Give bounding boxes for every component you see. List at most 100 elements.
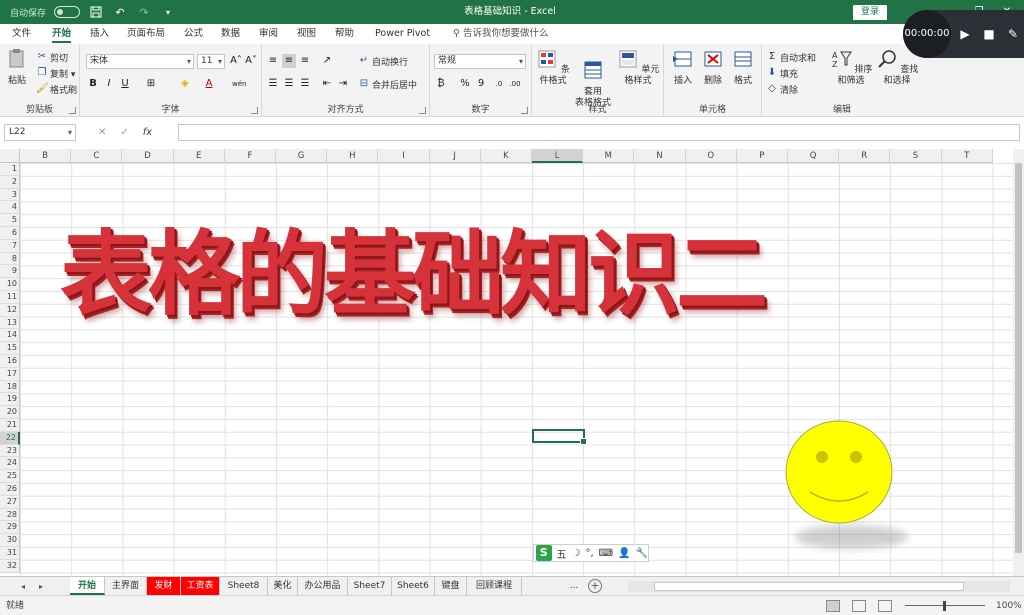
row-header[interactable]: 11 <box>0 291 20 304</box>
align-right-icon[interactable]: ☰ <box>298 77 312 91</box>
sheet-tab[interactable]: Sheet6 <box>392 577 435 595</box>
column-header[interactable]: H <box>327 149 379 163</box>
font-name-select[interactable]: 宋体 <box>86 54 194 69</box>
font-launcher[interactable] <box>251 107 258 114</box>
cell-styles-button[interactable]: 单元格样式 <box>614 48 662 87</box>
insert-cells-button[interactable]: 插入 <box>668 48 698 87</box>
percent-button[interactable]: % <box>458 77 472 91</box>
row-header[interactable]: 12 <box>0 303 20 317</box>
sheet-tab[interactable]: 开始 <box>70 577 105 595</box>
column-header[interactable]: G <box>276 149 328 163</box>
conditional-format-button[interactable]: 条件格式 <box>534 48 572 87</box>
number-launcher[interactable] <box>521 107 528 114</box>
column-header[interactable]: D <box>122 149 174 163</box>
tab-help[interactable]: 帮助 <box>335 24 354 44</box>
row-header[interactable]: 6 <box>0 227 20 240</box>
save-icon[interactable] <box>88 4 104 20</box>
tab-formulas[interactable]: 公式 <box>184 24 203 44</box>
grow-font-button[interactable]: A˄ <box>229 54 243 68</box>
row-header[interactable]: 23 <box>0 444 20 458</box>
sheet-tab[interactable]: 回顾课程 <box>467 577 522 595</box>
column-header[interactable]: C <box>71 149 123 163</box>
cut-button[interactable]: ✂ 剪切 <box>36 50 68 64</box>
column-header[interactable]: P <box>736 149 788 163</box>
align-center-icon[interactable]: ☰ <box>282 77 296 91</box>
delete-cells-button[interactable]: 删除 <box>698 48 728 87</box>
align-bottom-icon[interactable]: ≡ <box>298 54 312 68</box>
column-header[interactable]: O <box>685 149 737 163</box>
align-left-icon[interactable]: ☰ <box>266 77 280 91</box>
fill-button[interactable]: ⬇ 填充 <box>766 66 798 80</box>
punctuation-icon[interactable]: °, <box>585 548 593 559</box>
row-header[interactable]: 15 <box>0 342 20 355</box>
borders-icon[interactable]: ⊞ <box>144 77 158 91</box>
paste-button[interactable]: 粘贴 <box>4 48 30 87</box>
clipboard-launcher[interactable] <box>69 107 76 114</box>
sheet-tab[interactable]: 主界面 <box>105 577 147 595</box>
ime-toolbar[interactable]: S 五 ☽ °, ⌨ 👤 🔧 <box>533 544 649 562</box>
clear-button[interactable]: ◇ 清除 <box>766 82 798 96</box>
tab-power-pivot[interactable]: Power Pivot <box>375 24 430 44</box>
formula-input[interactable] <box>178 124 1020 141</box>
row-header[interactable]: 27 <box>0 495 20 509</box>
row-header[interactable]: 1 <box>0 163 20 176</box>
sheet-tab[interactable]: Sheet8 <box>220 577 268 595</box>
font-size-select[interactable]: 11 <box>197 54 225 69</box>
tab-scroll-right-icon[interactable]: ▸ <box>34 577 48 596</box>
comma-button[interactable]: 9 <box>474 77 488 91</box>
row-header[interactable]: 8 <box>0 252 20 266</box>
row-header[interactable]: 2 <box>0 175 20 189</box>
alignment-launcher[interactable] <box>419 107 426 114</box>
column-header[interactable]: J <box>429 149 481 163</box>
more-sheets[interactable]: ... <box>563 577 585 595</box>
decrease-decimal-icon[interactable]: .00 <box>508 77 522 91</box>
moon-icon[interactable]: ☽ <box>572 548 581 559</box>
row-header[interactable]: 4 <box>0 201 20 215</box>
tab-file[interactable]: 文件 <box>12 24 31 44</box>
row-header[interactable]: 20 <box>0 406 20 419</box>
row-header[interactable]: 29 <box>0 521 20 535</box>
row-header[interactable]: 19 <box>0 393 20 407</box>
format-as-table-button[interactable]: 套用 表格格式 <box>572 48 614 109</box>
column-header[interactable]: R <box>839 149 891 163</box>
select-all-corner[interactable] <box>0 149 20 163</box>
column-header[interactable]: E <box>173 149 225 163</box>
row-header[interactable]: 7 <box>0 239 20 253</box>
tab-home[interactable]: 开始 <box>52 24 72 43</box>
row-header[interactable]: 26 <box>0 483 20 496</box>
currency-icon[interactable]: ₿ <box>434 77 448 91</box>
autosum-button[interactable]: Σ 自动求和 <box>766 50 816 64</box>
vertical-scrollbar[interactable] <box>1013 149 1024 576</box>
increase-indent-icon[interactable]: ⇥ <box>336 77 350 91</box>
enter-icon[interactable]: ✓ <box>120 127 128 138</box>
ime-mode[interactable]: 五 <box>557 546 567 561</box>
tab-page-layout[interactable]: 页面布局 <box>127 24 165 44</box>
column-header[interactable]: B <box>20 149 72 163</box>
column-header[interactable]: T <box>941 149 993 163</box>
sheet-tab[interactable]: 键盘 <box>435 577 467 595</box>
row-header[interactable]: 13 <box>0 316 20 330</box>
bold-button[interactable]: B <box>86 77 100 91</box>
row-header[interactable]: 17 <box>0 367 20 381</box>
merge-center-button[interactable]: ⊟ 合并后居中 <box>358 77 417 91</box>
tab-review[interactable]: 审阅 <box>259 24 278 44</box>
sort-filter-button[interactable]: AZ 排序和筛选 <box>828 48 874 87</box>
active-cell-l22[interactable] <box>532 429 587 445</box>
row-header[interactable]: 3 <box>0 188 20 202</box>
tell-me-search[interactable]: ⚲ 告诉我你想要做什么 <box>453 24 549 44</box>
number-format-select[interactable]: 常规 <box>434 54 526 69</box>
column-header[interactable]: L <box>532 149 584 163</box>
login-button[interactable]: 登录 <box>853 5 887 20</box>
column-header[interactable]: M <box>583 149 635 163</box>
normal-view-icon[interactable] <box>826 600 840 612</box>
wrap-text-button[interactable]: ↵ 自动换行 <box>358 54 408 68</box>
decrease-indent-icon[interactable]: ⇤ <box>320 77 334 91</box>
redo-icon[interactable]: ↷ <box>136 4 152 20</box>
sheet-tab[interactable]: 办公用品 <box>298 577 348 595</box>
row-header[interactable]: 18 <box>0 380 20 394</box>
column-header[interactable]: Q <box>788 149 840 163</box>
fill-color-icon[interactable]: ◈ <box>178 77 192 91</box>
new-sheet-button[interactable]: + <box>588 579 602 593</box>
shrink-font-button[interactable]: A˅ <box>244 54 258 68</box>
row-header[interactable]: 21 <box>0 419 20 432</box>
